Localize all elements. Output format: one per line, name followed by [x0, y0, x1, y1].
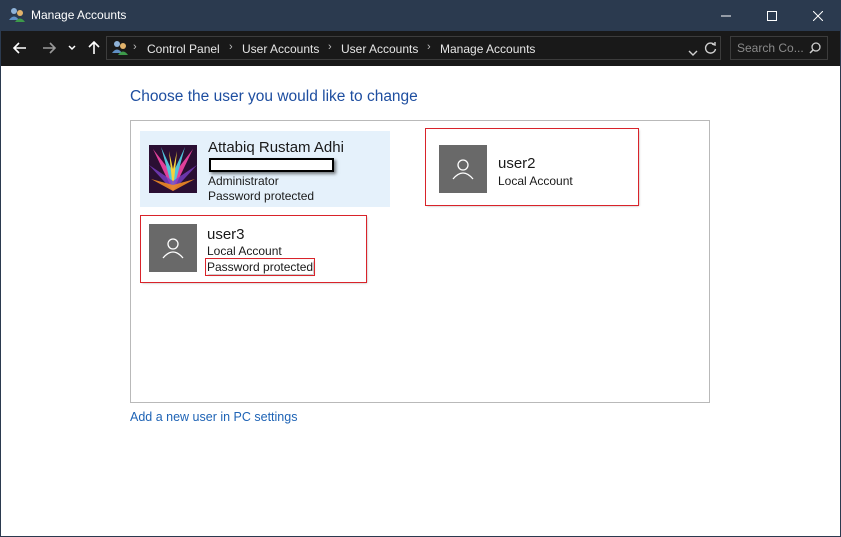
users-icon	[8, 7, 26, 23]
refresh-icon	[704, 42, 717, 54]
recent-locations-button[interactable]	[65, 40, 79, 56]
user-tile-user2[interactable]: user2 Local Account	[425, 128, 639, 206]
maximize-button[interactable]	[749, 0, 795, 31]
user-avatar-photo	[149, 145, 197, 193]
up-button[interactable]	[85, 40, 103, 56]
user-list: Attabiq Rustam Adhi Administrator Passwo…	[130, 120, 710, 403]
forward-button[interactable]	[40, 40, 58, 56]
chevron-down-icon	[688, 50, 698, 56]
photo-avatar-icon	[149, 145, 197, 193]
user-tile-user3[interactable]: user3 Local Account Password protected	[140, 215, 367, 283]
title-bar[interactable]: Manage Accounts	[0, 0, 841, 31]
chevron-right-icon: ›	[427, 41, 431, 53]
user-avatar-default	[149, 224, 197, 272]
close-icon	[813, 10, 823, 21]
breadcrumb-user-accounts-2[interactable]: User Accounts	[341, 42, 418, 56]
breadcrumb[interactable]: › Control Panel › User Accounts › User A…	[106, 36, 721, 60]
search-box[interactable]	[730, 36, 828, 60]
breadcrumb-manage-accounts[interactable]: Manage Accounts	[440, 42, 535, 56]
password-status: Password protected	[204, 258, 316, 276]
address-history-button[interactable]	[688, 44, 698, 62]
breadcrumb-user-accounts[interactable]: User Accounts	[242, 42, 319, 56]
page-title: Choose the user you would like to change	[130, 88, 418, 105]
search-input[interactable]	[737, 41, 807, 55]
minimize-icon	[721, 15, 731, 16]
arrow-right-icon	[43, 42, 56, 54]
user-name: user3	[207, 226, 245, 243]
maximize-icon	[767, 10, 777, 21]
account-type: Local Account	[498, 174, 573, 188]
close-button[interactable]	[795, 0, 841, 31]
arrow-up-icon	[88, 41, 100, 54]
chevron-right-icon: ›	[133, 41, 137, 53]
account-type: Administrator	[208, 174, 279, 188]
window-title: Manage Accounts	[31, 8, 127, 22]
chevron-down-icon	[68, 45, 76, 51]
password-status: Password protected	[208, 189, 315, 203]
default-user-icon	[162, 238, 184, 259]
chevron-right-icon: ›	[229, 41, 233, 53]
back-button[interactable]	[11, 40, 29, 56]
default-user-icon	[452, 159, 474, 180]
user-name: user2	[498, 155, 536, 172]
search-icon[interactable]	[809, 42, 821, 54]
address-bar: › Control Panel › User Accounts › User A…	[0, 31, 841, 66]
add-new-user-link[interactable]: Add a new user in PC settings	[130, 410, 297, 424]
users-icon	[111, 40, 129, 56]
breadcrumb-control-panel[interactable]: Control Panel	[147, 42, 220, 56]
user-tile-attabiq[interactable]: Attabiq Rustam Adhi Administrator Passwo…	[140, 131, 390, 207]
redacted-email-bar	[209, 158, 334, 172]
user-avatar-default	[439, 145, 487, 193]
refresh-button[interactable]	[704, 41, 717, 60]
arrow-left-icon	[13, 42, 26, 54]
minimize-button[interactable]	[703, 0, 749, 31]
chevron-right-icon: ›	[328, 41, 332, 53]
user-name: Attabiq Rustam Adhi	[208, 139, 344, 156]
account-type: Local Account	[207, 244, 282, 258]
